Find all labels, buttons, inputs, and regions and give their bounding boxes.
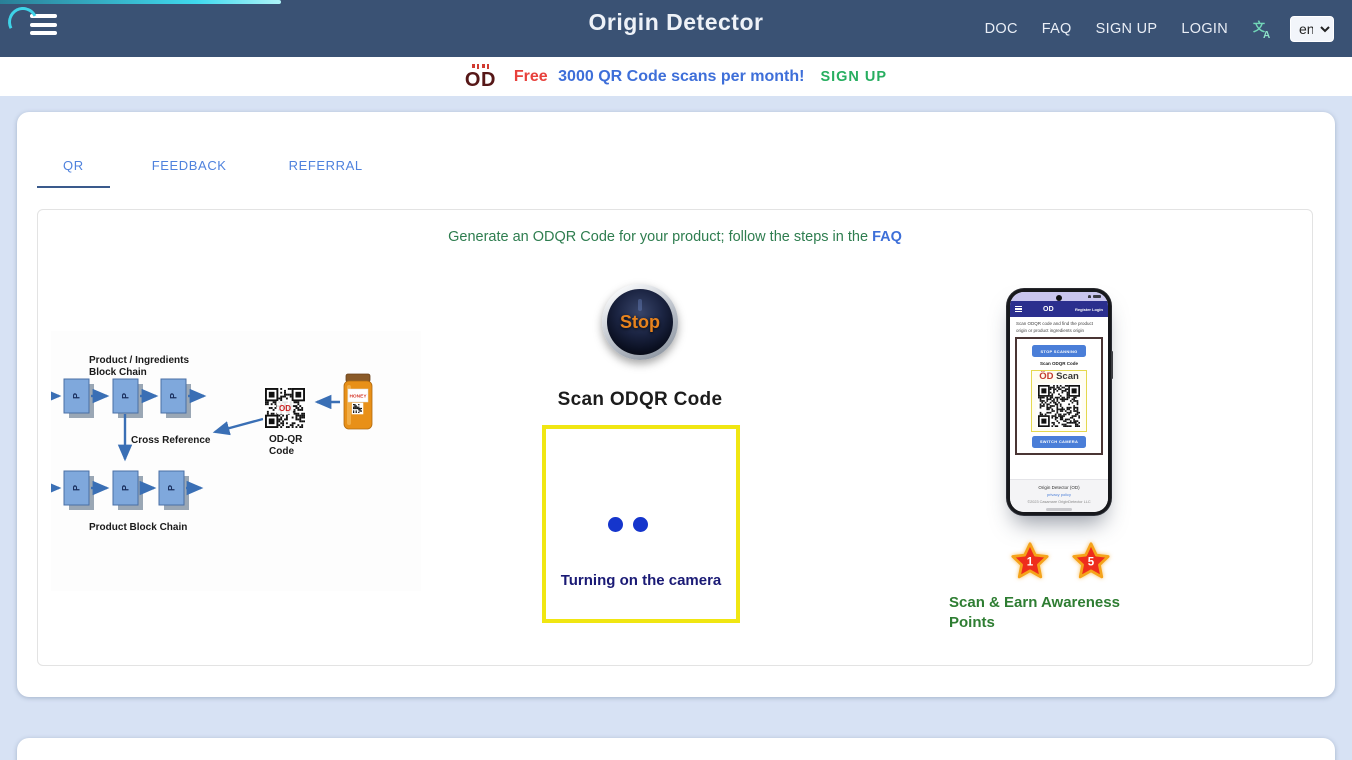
phone-screen: OD Register Login Scan ODQR code and fin… xyxy=(1010,292,1108,512)
scanner-panel: Generate an ODQR Code for your product; … xyxy=(37,209,1313,666)
phone-signal-icon xyxy=(1087,294,1091,299)
app-header: Origin Detector DOC FAQ SIGN UP LOGIN 文 … xyxy=(0,0,1352,57)
phone-scan-title: Scan ODQR Code xyxy=(1039,361,1078,367)
language-select[interactable]: en xyxy=(1290,15,1334,42)
loading-dots xyxy=(533,517,723,532)
loading-dot xyxy=(608,517,623,532)
tab-qr[interactable]: QR xyxy=(37,145,110,188)
camera-viewport: Turning on the camera xyxy=(542,425,740,623)
loading-dot xyxy=(633,517,648,532)
phone-qr-box: ÖD Scan xyxy=(1031,370,1087,432)
od-logo-text: OD xyxy=(464,68,496,91)
jar-qr-code xyxy=(351,402,364,415)
secondary-card xyxy=(17,738,1335,760)
phone-od-scan-label: ÖD Scan xyxy=(1039,371,1079,383)
header-nav: DOC FAQ SIGN UP LOGIN 文 A en xyxy=(985,0,1334,57)
reward-stars: 1 5 xyxy=(1009,540,1112,582)
phone-stop-scanning-button: STOP SCANNING xyxy=(1032,345,1086,358)
promo-message: Free 3000 QR Code scans per month! xyxy=(514,68,805,86)
main-card: QR FEEDBACK REFERRAL Generate an ODQR Co… xyxy=(17,112,1335,697)
promo-scans-text: 3000 QR Code scans per month! xyxy=(558,67,805,85)
diagram-top-label-1: Product / Ingredients xyxy=(89,355,189,366)
instruction-text: Generate an ODQR Code for your product; … xyxy=(38,229,1312,245)
stop-button-label: Stop xyxy=(620,311,660,332)
star-badge-5: 5 xyxy=(1072,542,1110,579)
diagram-bottom-label: Product Block Chain xyxy=(89,522,187,533)
honey-jar-illustration: HONEY xyxy=(343,373,373,430)
page: Origin Detector DOC FAQ SIGN UP LOGIN 文 … xyxy=(0,0,1352,760)
svg-text:5: 5 xyxy=(1088,557,1095,569)
banner-signup-link[interactable]: SIGN UP xyxy=(820,69,887,85)
star-badge-1: 1 xyxy=(1011,542,1049,579)
jar-label: HONEY xyxy=(349,394,367,400)
phone-qr-code xyxy=(1036,383,1082,429)
tab-bar: QR FEEDBACK REFERRAL xyxy=(37,145,405,188)
nav-doc[interactable]: DOC xyxy=(985,21,1018,37)
promo-banner: OD Free 3000 QR Code scans per month! SI… xyxy=(0,57,1352,96)
phone-description: Scan ODQR code and find the product orig… xyxy=(1016,321,1094,334)
scan-heading: Scan ODQR Code xyxy=(557,389,723,410)
nav-signup[interactable]: SIGN UP xyxy=(1096,21,1158,37)
phone-register-login: Register Login xyxy=(1074,306,1103,312)
od-logo-marks xyxy=(471,63,490,69)
translate-icon[interactable]: 文 A xyxy=(1252,18,1274,40)
phone-home-indicator xyxy=(1046,507,1072,511)
promo-free-text: Free xyxy=(513,67,548,85)
loading-progress-bar xyxy=(0,0,281,4)
diagram-cross-reference-label: Cross Reference xyxy=(131,435,211,446)
rewards-caption: Scan & Earn Awareness Points xyxy=(949,594,1120,631)
phone-switch-camera-button: SWITCH CAMERA xyxy=(1031,435,1087,448)
phone-notch xyxy=(1056,294,1062,301)
nav-faq[interactable]: FAQ xyxy=(1042,21,1072,37)
tab-referral[interactable]: REFERRAL xyxy=(269,145,383,188)
phone-mockup: OD Register Login Scan ODQR code and fin… xyxy=(1007,289,1113,515)
diagram-qr-label-1: OD-QR xyxy=(269,434,303,445)
phone-privacy-link: privacy policy xyxy=(1046,491,1071,497)
od-logo: OD xyxy=(464,63,496,91)
camera-status-text: Turning on the camera xyxy=(560,572,722,589)
diagram-qr-label-2: Code xyxy=(269,446,294,457)
phone-app-header: OD Register Login xyxy=(1010,301,1108,317)
phone-menu-icon xyxy=(1015,306,1022,312)
instruction-prefix: Generate an ODQR Code for your product; … xyxy=(448,229,873,245)
diagram-top-label-2: Block Chain xyxy=(89,367,147,378)
phone-footer-name: Origin Detector (OD) xyxy=(1038,485,1080,491)
nav-login[interactable]: LOGIN xyxy=(1181,21,1228,37)
phone-copyright: ©2023 Casamare OriginDetector LLC xyxy=(1027,499,1091,504)
tab-feedback[interactable]: FEEDBACK xyxy=(132,145,247,188)
phone-scan-panel: STOP SCANNING Scan ODQR Code ÖD Scan SWI… xyxy=(1015,337,1103,455)
svg-text:A: A xyxy=(1263,30,1270,40)
power-icon xyxy=(638,299,642,311)
faq-link[interactable]: FAQ xyxy=(872,229,902,245)
phone-battery-icon xyxy=(1093,294,1101,299)
svg-text:1: 1 xyxy=(1027,557,1034,569)
phone-logo: OD xyxy=(1042,305,1055,313)
diagram-qr-center-text: OD xyxy=(279,404,291,413)
stop-button[interactable]: Stop xyxy=(602,284,678,360)
blockchain-diagram: P Product / Ingredients Block Chain Cros… xyxy=(51,331,421,591)
